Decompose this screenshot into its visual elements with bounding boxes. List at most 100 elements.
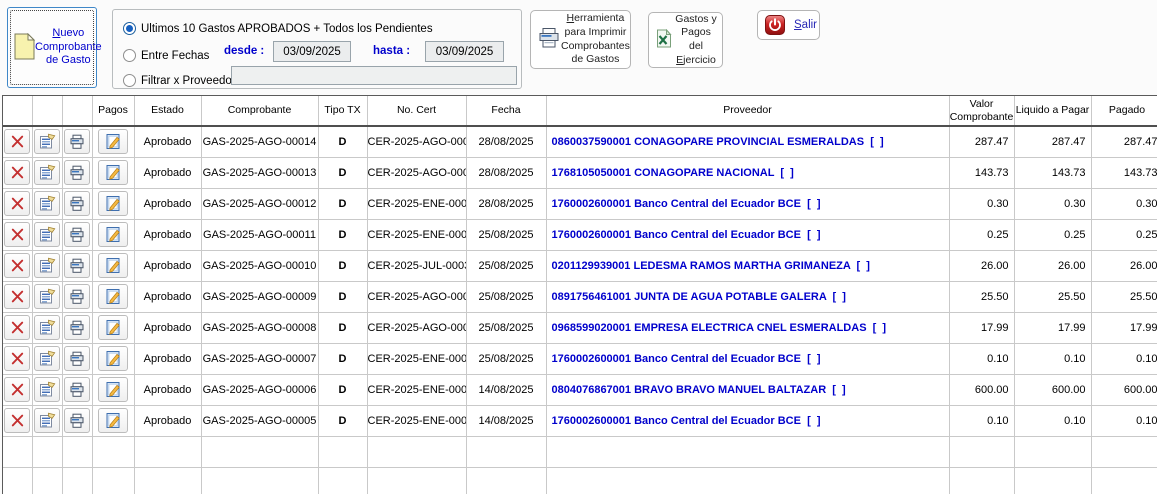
radio-last10-approved[interactable]: Ultimos 10 Gastos APROBADOS + Todos los … [123, 22, 433, 35]
tipo-tx-cell: D [318, 374, 367, 405]
delete-row-button[interactable] [4, 346, 30, 371]
excel-report-button[interactable]: Gastos y Pagos del Ejercicio [648, 12, 723, 68]
print-row-button[interactable] [64, 191, 90, 216]
pagos-button[interactable] [98, 377, 128, 402]
print-row-button[interactable] [64, 377, 90, 402]
properties-icon [39, 412, 56, 429]
printer-icon [69, 227, 85, 243]
delete-row-button[interactable] [4, 253, 30, 278]
print-row-button[interactable] [64, 284, 90, 309]
print-row-button[interactable] [64, 222, 90, 247]
tipo-tx-cell: D [318, 250, 367, 281]
pagos-button[interactable] [98, 408, 128, 433]
estado-cell: Aprobado [134, 312, 201, 343]
column-header-tipo-tx: Tipo TX [318, 96, 367, 126]
delete-row-button[interactable] [4, 191, 30, 216]
proveedor-link[interactable]: 0968599020001 EMPRESA ELECTRICA CNEL ESM… [546, 312, 949, 343]
pagos-button[interactable] [98, 222, 128, 247]
print-row-button[interactable] [64, 129, 90, 154]
delete-row-button[interactable] [4, 377, 30, 402]
expense-row[interactable]: Aprobado GAS-2025-AGO-00011 D CER-2025-E… [3, 219, 1157, 250]
proveedor-link[interactable]: 0804076867001 BRAVO BRAVO MANUEL BALTAZA… [546, 374, 949, 405]
radio-between-circle[interactable] [123, 49, 136, 62]
expense-rows: Aprobado GAS-2025-AGO-00014 D CER-2025-A… [3, 126, 1157, 436]
proveedor-link[interactable]: 0891756461001 JUNTA DE AGUA POTABLE GALE… [546, 281, 949, 312]
print-vouchers-tool-button[interactable]: Herramienta para Imprimir Comprobantes d… [530, 10, 631, 69]
exit-button[interactable]: Salir [757, 10, 820, 40]
delete-row-button[interactable] [4, 284, 30, 309]
radio-between-dates[interactable]: Entre Fechas [123, 49, 209, 62]
proveedor-link[interactable]: 1760002600001 Banco Central del Ecuador … [546, 219, 949, 250]
delete-row-button[interactable] [4, 315, 30, 340]
expense-row[interactable]: Aprobado GAS-2025-AGO-00012 D CER-2025-E… [3, 188, 1157, 219]
desde-date-field[interactable]: 03/09/2025 [273, 41, 351, 62]
expense-row[interactable]: Aprobado GAS-2025-AGO-00005 D CER-2025-E… [3, 405, 1157, 436]
properties-icon [39, 164, 56, 181]
radio-provider-circle[interactable] [123, 74, 136, 87]
proveedor-link[interactable]: 1768105050001 CONAGOPARE NACIONAL [ ] [546, 157, 949, 188]
edit-row-button[interactable] [34, 315, 60, 340]
properties-icon [39, 195, 56, 212]
fecha-cell: 28/08/2025 [466, 157, 546, 188]
column-header-no-cert: No. Cert [367, 96, 466, 126]
pagos-button[interactable] [98, 160, 128, 185]
radio-last10-circle[interactable] [123, 22, 136, 35]
edit-row-button[interactable] [34, 346, 60, 371]
print-row-button[interactable] [64, 253, 90, 278]
column-header-pagado: Pagado [1091, 96, 1157, 126]
printer-icon [69, 196, 85, 212]
proveedor-link[interactable]: 1760002600001 Banco Central del Ecuador … [546, 343, 949, 374]
delete-row-button[interactable] [4, 129, 30, 154]
pagos-button[interactable] [98, 315, 128, 340]
edit-row-button[interactable] [34, 253, 60, 278]
expense-row[interactable]: Aprobado GAS-2025-AGO-00013 D CER-2025-A… [3, 157, 1157, 188]
pagos-button[interactable] [98, 191, 128, 216]
printer-icon [69, 320, 85, 336]
provider-filter-input[interactable] [231, 66, 517, 85]
new-document-icon [13, 33, 35, 63]
expense-row[interactable]: Aprobado GAS-2025-AGO-00010 D CER-2025-J… [3, 250, 1157, 281]
print-row-button[interactable] [64, 315, 90, 340]
filter-groupbox: Ultimos 10 Gastos APROBADOS + Todos los … [112, 9, 522, 89]
pagos-button[interactable] [98, 253, 128, 278]
estado-cell: Aprobado [134, 157, 201, 188]
edit-row-button[interactable] [34, 222, 60, 247]
expense-row[interactable]: Aprobado GAS-2025-AGO-00007 D CER-2025-E… [3, 343, 1157, 374]
note-pencil-icon [105, 319, 122, 336]
excel-icon [654, 29, 673, 51]
tipo-tx-cell: D [318, 405, 367, 436]
proveedor-link[interactable]: 1760002600001 Banco Central del Ecuador … [546, 188, 949, 219]
note-pencil-icon [105, 288, 122, 305]
proveedor-link[interactable]: 0860037590001 CONAGOPARE PROVINCIAL ESME… [546, 126, 949, 157]
expense-row[interactable]: Aprobado GAS-2025-AGO-00008 D CER-2025-A… [3, 312, 1157, 343]
edit-row-button[interactable] [34, 191, 60, 216]
fecha-cell: 14/08/2025 [466, 405, 546, 436]
edit-row-button[interactable] [34, 129, 60, 154]
pagado-cell: 25.50 [1091, 281, 1157, 312]
hasta-date-field[interactable]: 03/09/2025 [425, 41, 504, 62]
expense-row[interactable]: Aprobado GAS-2025-AGO-00014 D CER-2025-A… [3, 126, 1157, 157]
estado-cell: Aprobado [134, 126, 201, 157]
edit-row-button[interactable] [34, 377, 60, 402]
pagos-button[interactable] [98, 284, 128, 309]
new-voucher-button[interactable]: Nuevo Comprobante de Gasto [7, 7, 97, 88]
edit-row-button[interactable] [34, 284, 60, 309]
delete-row-button[interactable] [4, 160, 30, 185]
delete-row-button[interactable] [4, 222, 30, 247]
pagos-button[interactable] [98, 346, 128, 371]
expense-row[interactable]: Aprobado GAS-2025-AGO-00006 D CER-2025-E… [3, 374, 1157, 405]
print-row-button[interactable] [64, 160, 90, 185]
edit-row-button[interactable] [34, 408, 60, 433]
pagos-button[interactable] [98, 129, 128, 154]
print-row-button[interactable] [64, 346, 90, 371]
print-row-button[interactable] [64, 408, 90, 433]
proveedor-link[interactable]: 1760002600001 Banco Central del Ecuador … [546, 405, 949, 436]
proveedor-link[interactable]: 0201129939001 LEDESMA RAMOS MARTHA GRIMA… [546, 250, 949, 281]
radio-by-provider[interactable]: Filtrar x Proveedor [123, 74, 236, 87]
printer-icon [69, 413, 85, 429]
valor-comprobante-cell: 143.73 [949, 157, 1014, 188]
delete-row-button[interactable] [4, 408, 30, 433]
expense-row[interactable]: Aprobado GAS-2025-AGO-00009 D CER-2025-A… [3, 281, 1157, 312]
edit-row-button[interactable] [34, 160, 60, 185]
pagado-cell: 0.10 [1091, 405, 1157, 436]
